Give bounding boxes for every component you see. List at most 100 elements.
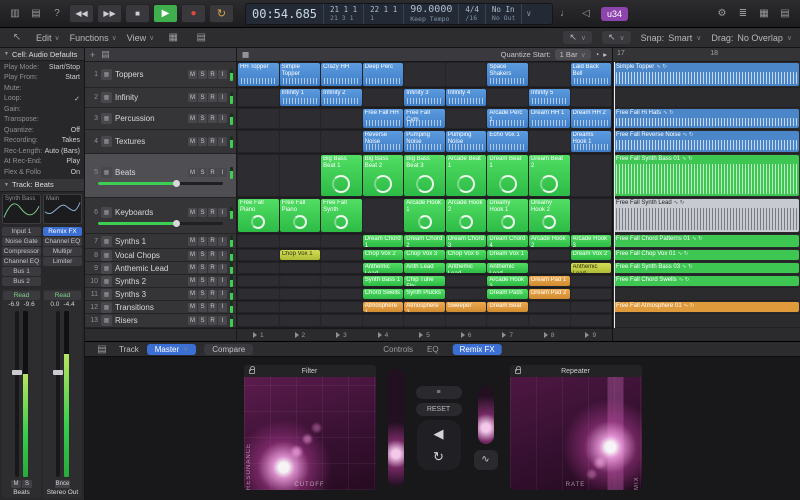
channel-slot-button[interactable]: Compressor [2,247,41,256]
inspector-row-value[interactable]: Play [66,158,80,165]
stop-button[interactable]: ■ [125,4,150,23]
notes-icon[interactable]: ▤ [776,5,794,23]
tab-eq[interactable]: EQ [427,345,439,354]
tab-controls[interactable]: Controls [383,345,413,354]
channel-slot-button[interactable]: Multipr [43,247,82,256]
loop-cell[interactable]: Arcade Hook 1 [404,199,445,232]
automation-mode-button[interactable]: Read [44,291,81,300]
output-thumbnail[interactable]: Main [43,194,82,224]
empty-cell[interactable] [571,289,612,299]
empty-cell[interactable] [280,155,321,196]
empty-cell[interactable] [404,63,445,86]
loop-cell[interactable]: Atmosphere 2 [404,302,445,312]
loop-cell[interactable]: Dream Vox 1 [487,250,528,260]
m-button[interactable]: M [11,480,21,488]
region[interactable]: Free Fall Synth Lead∿ ↻ [614,199,799,232]
empty-cell[interactable] [238,276,279,286]
empty-cell[interactable] [487,315,528,326]
forward-button[interactable]: ▶▶ [97,4,122,23]
track-s-button[interactable]: S [198,316,207,325]
track-i-button[interactable]: I [218,316,227,325]
track-s-button[interactable]: S [198,277,207,286]
empty-cell[interactable] [321,109,362,128]
track-r-button[interactable]: R [208,290,217,299]
loop-cell[interactable]: Dream Vox 2 [571,250,612,260]
rows-view-icon[interactable]: ▤ [192,29,210,47]
loop-cell[interactable]: Laid Back Bell [571,63,612,86]
loop-cell[interactable]: Dream Chord 2 [404,235,445,247]
view-menu[interactable]: View ∨ [127,33,154,43]
loop-cell[interactable]: Big Bass Beat 2 [363,155,404,196]
scene-trigger[interactable]: 4 [363,329,404,341]
performance-dial-icon[interactable]: ◔ [595,50,600,59]
track-s-button[interactable]: S [198,114,207,123]
tab-remix-fx[interactable]: Remix FX [453,344,502,355]
empty-cell[interactable] [571,155,612,196]
loop-cell[interactable]: Crazy HH [321,63,362,86]
empty-cell[interactable] [238,131,279,152]
add-track-icon[interactable]: + [90,50,95,60]
volume-fader[interactable] [15,311,19,478]
track-r-button[interactable]: R [208,251,217,260]
empty-cell[interactable] [238,289,279,299]
loop-cell[interactable]: Arcade Perc 1 [487,109,528,128]
empty-cell[interactable] [280,131,321,152]
empty-cell[interactable] [238,315,279,326]
empty-cell[interactable] [238,235,279,247]
loop-cell[interactable]: Anthemic Lead [446,263,487,273]
channel-slot-button[interactable]: Channel EQ [2,257,41,266]
track-s-button[interactable]: S [198,251,207,260]
loop-cell[interactable]: Dream Chord 4 [487,235,528,247]
loop-cell[interactable]: Simple Topper [280,63,321,86]
empty-cell[interactable] [571,89,612,106]
slider-knob[interactable] [173,220,180,227]
empty-cell[interactable] [321,302,362,312]
empty-cell[interactable] [238,250,279,260]
loop-cell[interactable]: Dream HH 2 [571,109,612,128]
channel-slot-button[interactable]: Remix FX [43,227,82,236]
loop-cell[interactable]: Free Fall HH [363,109,404,128]
rewind-button[interactable]: ◀◀ [69,4,94,23]
toggle-inspector-icon[interactable]: ▤ [27,5,45,23]
loop-cell[interactable]: Dream Pad 2 [529,289,570,299]
loop-cell[interactable]: Dreams Hook 1 [571,131,612,152]
loop-cell[interactable]: Infinity 1 [280,89,321,106]
loop-cell[interactable]: Dreamy Hook 2 [529,199,570,232]
grid-view-icon[interactable]: ▦ [164,29,182,47]
track-inspector-header[interactable]: ▼ Track: Beats [0,179,84,192]
empty-cell[interactable] [446,276,487,286]
track-i-button[interactable]: I [218,208,227,217]
track-header[interactable]: 12▦TransitionsMSRI [85,301,236,314]
cell-inspector-header[interactable]: ▼ Cell: Audio Defaults [0,48,84,61]
list-editors-icon[interactable]: ≣ [734,5,752,23]
track-i-button[interactable]: I [218,251,227,260]
functions-menu[interactable]: Functions ∨ [70,33,117,43]
track-r-button[interactable]: R [208,237,217,246]
loop-cell[interactable]: Arcade Hook 2 [529,235,570,247]
track-m-button[interactable]: M [188,264,197,273]
scratch-loop-button[interactable]: ↻ [433,450,444,463]
track-i-button[interactable]: I [218,303,227,312]
empty-cell[interactable] [321,250,362,260]
grid-expand-icon[interactable]: ▸ [603,50,607,59]
command-click-tool-menu[interactable]: ↖ ∨ [602,31,631,44]
channel-slot-button[interactable]: Input 1 [2,227,41,236]
loop-cell[interactable]: Infinity 3 [404,89,445,106]
inspector-row-value[interactable]: Off [71,127,80,134]
empty-cell[interactable] [238,263,279,273]
loop-cell[interactable]: Deep Perc [363,63,404,86]
empty-cell[interactable] [529,63,570,86]
track-m-button[interactable]: M [188,168,197,177]
track-i-button[interactable]: I [218,290,227,299]
toggle-library-icon[interactable]: ▥ [6,5,24,23]
loop-cell[interactable]: Anthemic Lead [363,263,404,273]
empty-cell[interactable] [280,235,321,247]
loop-cell[interactable]: Synth Plucks [404,289,445,299]
scene-trigger[interactable]: 7 [487,329,528,341]
track-volume-slider[interactable] [98,222,223,225]
reverse-button[interactable]: ◀ [434,427,444,440]
lcd-tempo-section[interactable]: 90.0000 Keep Tempo [404,4,459,24]
bar-ruler[interactable]: 17 18 [613,48,800,62]
track-list-options-icon[interactable]: ▤ [101,49,110,60]
track-r-button[interactable]: R [208,114,217,123]
